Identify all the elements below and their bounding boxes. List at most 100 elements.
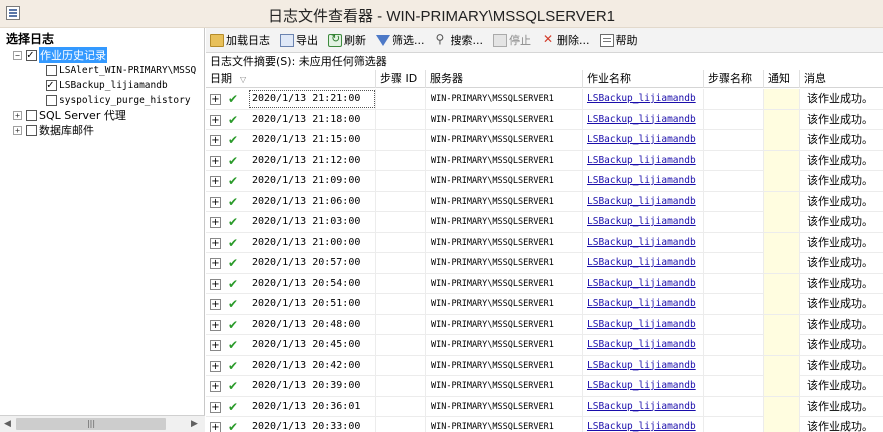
expand-icon[interactable]: + (210, 422, 221, 432)
expand-icon[interactable]: + (210, 258, 221, 269)
expand-icon[interactable]: + (210, 340, 221, 351)
table-row[interactable]: + ✔ 2020/1/13 20:45:00 WIN-PRIMARY\MSSQLSER… (206, 335, 883, 356)
tree-node-db-mail[interactable]: + 数据库邮件 (13, 123, 94, 137)
row-expand-cell[interactable]: + (210, 397, 223, 417)
scroll-left-icon[interactable]: ◀ (4, 419, 14, 429)
expand-icon[interactable]: + (210, 237, 221, 249)
checkbox-lsalert[interactable] (46, 64, 57, 76)
job-name-link[interactable]: LSBackup_lijiamandb (587, 196, 696, 207)
row-expand-cell[interactable]: + (210, 171, 223, 191)
checkbox-job-history[interactable] (26, 48, 37, 61)
row-expand-cell[interactable]: + (210, 253, 223, 273)
table-row[interactable]: + ✔ 2020/1/13 20:39:00 WIN-PRIMARY\MSSQLSER… (206, 376, 883, 397)
expand-icon[interactable]: + (210, 176, 221, 187)
row-expand-cell[interactable]: + (210, 294, 223, 314)
table-row[interactable]: + ✔ 2020/1/13 21:15:00 WIN-PRIMARY\MSSQLSER… (206, 130, 883, 151)
job-name-link[interactable]: LSBackup_lijiamandb (587, 216, 696, 227)
tree-node-lsalert[interactable]: LSAlert_WIN-PRIMARY\MSSQ (46, 63, 196, 77)
row-expand-cell[interactable]: + (210, 110, 223, 130)
table-row[interactable]: + ✔ 2020/1/13 21:09:00 WIN-PRIMARY\MSSQLSER… (206, 171, 883, 192)
row-expand-cell[interactable]: + (210, 356, 223, 376)
job-name-link[interactable]: LSBackup_lijiamandb (587, 421, 696, 432)
table-row[interactable]: + ✔ 2020/1/13 20:42:00 WIN-PRIMARY\MSSQLSER… (206, 355, 883, 376)
table-row[interactable]: + ✔ 2020/1/13 20:51:00 WIN-PRIMARY\MSSQLSER… (206, 294, 883, 315)
row-expand-cell[interactable]: + (210, 376, 223, 396)
job-name-link[interactable]: LSBackup_lijiamandb (587, 237, 696, 248)
row-expand-cell[interactable]: + (210, 130, 223, 150)
job-name-link[interactable]: LSBackup_lijiamandb (587, 114, 696, 125)
row-expand-cell[interactable]: + (210, 417, 223, 432)
job-name-link[interactable]: LSBackup_lijiamandb (587, 298, 696, 309)
table-row[interactable]: + ✔ 2020/1/13 21:06:00 WIN-PRIMARY\MSSQLSER… (206, 191, 883, 212)
table-row[interactable]: + ✔ 2020/1/13 20:36:01 WIN-PRIMARY\MSSQLSER… (206, 396, 883, 417)
row-expand-cell[interactable]: + (210, 335, 223, 355)
column-header-message[interactable]: 消息 (800, 70, 883, 88)
table-row[interactable]: + ✔ 2020/1/13 21:03:00 WIN-PRIMARY\MSSQLSER… (206, 212, 883, 233)
job-name-link[interactable]: LSBackup_lijiamandb (587, 93, 696, 104)
job-name-link[interactable]: LSBackup_lijiamandb (587, 155, 696, 166)
expand-icon[interactable]: + (210, 299, 221, 310)
column-header-step-id[interactable]: 步骤 ID (376, 70, 426, 88)
filter-button[interactable]: 筛选... (376, 32, 425, 48)
checkbox-db-mail[interactable] (26, 124, 37, 136)
expand-icon[interactable]: + (210, 319, 221, 331)
column-header-step-name[interactable]: 步骤名称 (704, 70, 764, 88)
delete-button[interactable]: 删除... (541, 32, 590, 48)
table-row[interactable]: + ✔ 2020/1/13 20:48:00 WIN-PRIMARY\MSSQLSER… (206, 314, 883, 335)
column-header-date[interactable]: 日期 ▽ (206, 70, 376, 88)
search-button[interactable]: 搜索... (435, 32, 484, 48)
job-name-link[interactable]: LSBackup_lijiamandb (587, 319, 696, 330)
collapse-icon[interactable]: − (13, 50, 22, 60)
job-name-link[interactable]: LSBackup_lijiamandb (587, 339, 696, 350)
row-expand-cell[interactable]: + (210, 151, 223, 171)
expand-icon[interactable]: + (210, 94, 221, 105)
table-row[interactable]: + ✔ 2020/1/13 21:18:00 WIN-PRIMARY\MSSQLSER… (206, 109, 883, 130)
row-expand-cell[interactable]: + (210, 212, 223, 232)
row-expand-cell[interactable]: + (210, 274, 223, 294)
job-name-link[interactable]: LSBackup_lijiamandb (587, 401, 696, 412)
table-row[interactable]: + ✔ 2020/1/13 20:57:00 WIN-PRIMARY\MSSQLSER… (206, 253, 883, 274)
tree-node-syspolicy[interactable]: syspolicy_purge_history (46, 93, 191, 107)
row-expand-cell[interactable]: + (210, 192, 223, 212)
expand-icon[interactable]: + (210, 278, 221, 290)
scroll-thumb[interactable]: ||| (16, 418, 166, 430)
expand-icon[interactable]: + (210, 155, 221, 167)
load-log-button[interactable]: 加载日志 (210, 32, 270, 48)
row-expand-cell[interactable]: + (210, 233, 223, 253)
table-row[interactable]: + ✔ 2020/1/13 20:54:00 WIN-PRIMARY\MSSQLSER… (206, 273, 883, 294)
export-button[interactable]: 导出 (280, 32, 318, 48)
refresh-button[interactable]: 刷新 (328, 32, 366, 48)
tree-node-lsbackup[interactable]: LSBackup_lijiamandb (46, 78, 168, 92)
expand-icon[interactable]: + (13, 110, 22, 120)
expand-icon[interactable]: + (210, 381, 221, 392)
column-header-job-name[interactable]: 作业名称 (583, 70, 704, 88)
job-name-link[interactable]: LSBackup_lijiamandb (587, 257, 696, 268)
row-expand-cell[interactable]: + (210, 89, 223, 109)
table-row[interactable]: + ✔ 2020/1/13 21:00:00 WIN-PRIMARY\MSSQLSER… (206, 232, 883, 253)
expand-icon[interactable]: + (210, 114, 221, 126)
job-name-link[interactable]: LSBackup_lijiamandb (587, 134, 696, 145)
table-row[interactable]: + ✔ 2020/1/13 20:33:00 WIN-PRIMARY\MSSQLSER… (206, 417, 883, 432)
row-expand-cell[interactable]: + (210, 315, 223, 335)
job-name-link[interactable]: LSBackup_lijiamandb (587, 175, 696, 186)
horizontal-scrollbar[interactable]: ◀ ||| ▶ (0, 415, 205, 432)
job-name-link[interactable]: LSBackup_lijiamandb (587, 360, 696, 371)
stop-button[interactable]: 停止 (493, 32, 531, 48)
column-header-server[interactable]: 服务器 (426, 70, 583, 88)
checkbox-sql-agent[interactable] (26, 109, 37, 121)
expand-icon[interactable]: + (210, 360, 221, 372)
expand-icon[interactable]: + (210, 135, 221, 146)
expand-icon[interactable]: + (210, 401, 221, 413)
tree-node-sql-agent[interactable]: + SQL Server 代理 (13, 108, 126, 122)
expand-icon[interactable]: + (210, 196, 221, 208)
tree-node-job-history[interactable]: − 作业历史记录 (13, 47, 107, 63)
expand-icon[interactable]: + (13, 125, 22, 135)
checkbox-lsbackup[interactable] (46, 78, 57, 91)
job-name-link[interactable]: LSBackup_lijiamandb (587, 278, 696, 289)
help-button[interactable]: 帮助 (599, 32, 638, 48)
checkbox-syspolicy[interactable] (46, 94, 57, 106)
expand-icon[interactable]: + (210, 217, 221, 228)
table-row[interactable]: + ✔ 2020/1/13 21:12:00 WIN-PRIMARY\MSSQLSER… (206, 150, 883, 171)
column-header-notify[interactable]: 通知 (764, 70, 800, 88)
scroll-right-icon[interactable]: ▶ (191, 419, 201, 429)
